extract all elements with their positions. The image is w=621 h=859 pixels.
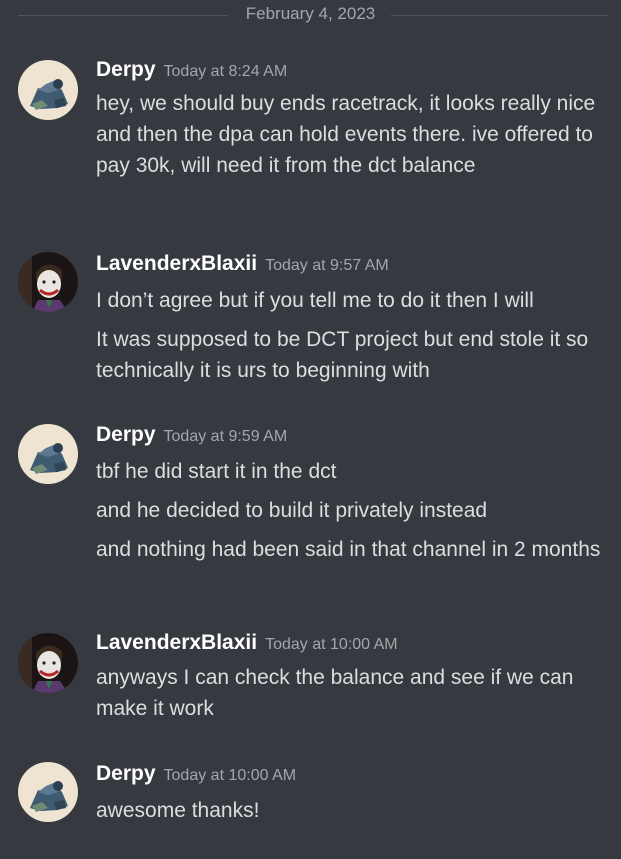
message-timestamp[interactable]: Today at 10:00 AM: [265, 636, 398, 653]
derpy-avatar[interactable]: [18, 762, 78, 822]
message-text: I don’t agree but if you tell me to do i…: [96, 289, 534, 312]
message-timestamp[interactable]: Today at 8:24 AM: [164, 63, 288, 80]
message-header: LavenderxBlaxii Today at 10:00 AM: [96, 631, 398, 655]
message-content: tbf he did start it in the dct and he de…: [96, 456, 606, 565]
message-content: hey, we should buy ends racetrack, it lo…: [96, 88, 606, 181]
divider-line-right: [391, 15, 608, 16]
message-text: anyways I can check the balance and see …: [96, 666, 574, 720]
author-name[interactable]: LavenderxBlaxii: [96, 631, 257, 654]
derpy-avatar[interactable]: [18, 60, 78, 120]
message-header: Derpy Today at 8:24 AM: [96, 58, 287, 82]
author-name[interactable]: Derpy: [96, 423, 156, 446]
message-header: LavenderxBlaxii Today at 9:57 AM: [96, 252, 389, 276]
author-name[interactable]: LavenderxBlaxii: [96, 252, 257, 275]
message-content: awesome thanks!: [96, 795, 606, 826]
lavender-avatar[interactable]: [18, 252, 78, 312]
message-content: I don’t agree but if you tell me to do i…: [96, 285, 606, 386]
date-divider: February 4, 2023: [0, 0, 621, 30]
message-text: awesome thanks!: [96, 799, 260, 822]
message-content: anyways I can check the balance and see …: [96, 662, 606, 724]
message-header: Derpy Today at 9:59 AM: [96, 423, 287, 447]
derpy-avatar[interactable]: [18, 424, 78, 484]
message-text: hey, we should buy ends racetrack, it lo…: [96, 92, 596, 177]
message-text: and nothing had been said in that channe…: [96, 538, 601, 561]
author-name[interactable]: Derpy: [96, 762, 156, 785]
message-text: tbf he did start it in the dct: [96, 460, 337, 483]
message-timestamp[interactable]: Today at 9:57 AM: [265, 257, 389, 274]
message-timestamp[interactable]: Today at 10:00 AM: [164, 767, 297, 784]
message-text: It was supposed to be DCT project but en…: [96, 328, 589, 382]
message-header: Derpy Today at 10:00 AM: [96, 762, 296, 786]
date-divider-label: February 4, 2023: [245, 4, 376, 23]
author-name[interactable]: Derpy: [96, 58, 156, 81]
message-text: and he decided to build it privately ins…: [96, 499, 488, 522]
lavender-avatar[interactable]: [18, 633, 78, 693]
message-timestamp[interactable]: Today at 9:59 AM: [164, 428, 288, 445]
